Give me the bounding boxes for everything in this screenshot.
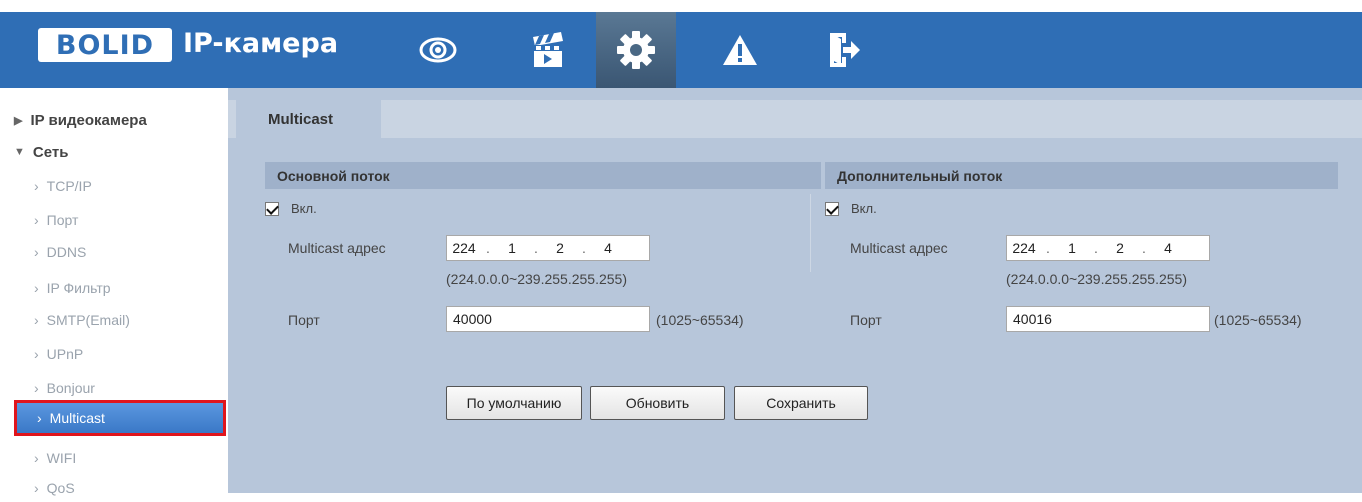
sidebar-item-port[interactable]: › Порт (34, 206, 78, 234)
nav-live-view[interactable] (400, 12, 476, 88)
sidebar-item-label: Multicast (49, 410, 105, 426)
secondary-address-input[interactable]: 224. 1. 2. 4 (1006, 235, 1210, 261)
chevron-right-icon: › (37, 410, 42, 426)
ip-dot: . (1094, 240, 1098, 256)
nav-logout[interactable] (806, 12, 882, 88)
secondary-port-input[interactable]: 40016 (1006, 306, 1210, 332)
sidebar-item-label: Порт (46, 212, 79, 228)
secondary-stream-header: Дополнительный поток (825, 162, 1338, 189)
chevron-right-icon: › (34, 244, 39, 260)
ip-octet[interactable]: 1 (495, 240, 529, 256)
settings-sidebar: ▶ IP видеокамера ▼ Сеть › TCP/IP › Порт … (0, 88, 228, 501)
sidebar-item-ip-filter[interactable]: › IP Фильтр (34, 274, 111, 302)
chevron-right-icon: › (34, 480, 39, 496)
default-button[interactable]: По умолчанию (446, 386, 582, 420)
sidebar-group-label: Сеть (32, 143, 69, 161)
content-panel: Multicast Основной поток Вкл. Multicast … (228, 88, 1362, 493)
primary-enable-checkbox[interactable] (265, 201, 279, 216)
nav-settings[interactable] (596, 12, 676, 88)
primary-enable-row[interactable]: Вкл. (265, 201, 317, 216)
tab-strip: Multicast (228, 100, 1362, 138)
section-divider (810, 194, 811, 272)
sidebar-item-label: Bonjour (46, 380, 95, 396)
sidebar-item-multicast[interactable]: › Multicast (14, 400, 226, 436)
primary-address-input[interactable]: 224. 1. 2. 4 (446, 235, 650, 261)
ip-dot: . (486, 240, 490, 256)
sidebar-item-tcpip[interactable]: › TCP/IP (34, 172, 92, 200)
nav-alarms[interactable] (702, 12, 778, 88)
ip-octet[interactable]: 4 (591, 240, 625, 256)
warning-icon (723, 35, 757, 65)
chevron-right-icon: › (34, 212, 39, 228)
sidebar-item-qos[interactable]: › QoS (34, 474, 75, 502)
ip-octet[interactable]: 224 (447, 240, 481, 256)
sidebar-item-label: UPnP (46, 346, 84, 362)
sidebar-item-label: DDNS (46, 244, 87, 260)
sidebar-group-network[interactable]: ▼ Сеть (14, 138, 68, 166)
nav-playback[interactable] (510, 12, 586, 88)
chevron-right-icon: › (34, 280, 39, 296)
sidebar-item-label: TCP/IP (46, 178, 92, 194)
sidebar-item-ddns[interactable]: › DDNS (34, 238, 86, 266)
sidebar-item-smtp[interactable]: › SMTP(Email) (34, 306, 130, 334)
ip-octet[interactable]: 2 (543, 240, 577, 256)
ip-dot: . (1046, 240, 1050, 256)
primary-enable-label: Вкл. (291, 201, 317, 216)
app-title: IP-камера (183, 28, 339, 59)
sidebar-item-label: IP Фильтр (46, 280, 111, 296)
sidebar-item-label: QoS (46, 480, 75, 496)
eye-icon (419, 37, 457, 63)
sidebar-item-label: SMTP(Email) (46, 312, 130, 328)
secondary-enable-checkbox[interactable] (825, 201, 839, 216)
ip-dot: . (582, 240, 586, 256)
triangle-right-icon: ▶ (14, 114, 23, 127)
primary-address-label: Multicast адрес (288, 240, 386, 256)
sidebar-item-wifi[interactable]: › WIFI (34, 444, 76, 472)
chevron-right-icon: › (34, 346, 39, 362)
secondary-address-label: Multicast адрес (850, 240, 948, 256)
ip-octet[interactable]: 4 (1151, 240, 1185, 256)
secondary-enable-row[interactable]: Вкл. (825, 201, 877, 216)
top-header: BOLID IP-камера (0, 0, 1362, 88)
triangle-down-icon: ▼ (14, 146, 25, 158)
brand-logo: BOLID (38, 28, 172, 62)
refresh-button[interactable]: Обновить (590, 386, 725, 420)
primary-stream-header: Основной поток (265, 162, 821, 189)
secondary-port-label: Порт (850, 312, 882, 328)
chevron-right-icon: › (34, 312, 39, 328)
primary-address-hint: (224.0.0.0~239.255.255.255) (446, 271, 627, 287)
tab-multicast[interactable]: Multicast (236, 100, 381, 138)
sidebar-group-label: IP видеокамера (30, 111, 147, 129)
sidebar-item-label: WIFI (46, 450, 77, 466)
sidebar-item-upnp[interactable]: › UPnP (34, 340, 83, 368)
ip-octet[interactable]: 224 (1007, 240, 1041, 256)
chevron-right-icon: › (34, 178, 39, 194)
secondary-port-hint: (1025~65534) (1214, 312, 1302, 328)
primary-port-input[interactable]: 40000 (446, 306, 650, 332)
save-button[interactable]: Сохранить (734, 386, 868, 420)
chevron-right-icon: › (34, 450, 39, 466)
secondary-enable-label: Вкл. (851, 201, 877, 216)
gear-icon (617, 31, 655, 69)
ip-dot: . (1142, 240, 1146, 256)
logout-icon (830, 33, 860, 67)
clapperboard-icon (533, 32, 563, 67)
ip-octet[interactable]: 1 (1055, 240, 1089, 256)
sidebar-item-bonjour[interactable]: › Bonjour (34, 374, 95, 402)
chevron-right-icon: › (34, 380, 39, 396)
ip-dot: . (534, 240, 538, 256)
ip-octet[interactable]: 2 (1103, 240, 1137, 256)
sidebar-group-ip-camera[interactable]: ▶ IP видеокамера (14, 106, 147, 134)
primary-port-label: Порт (288, 312, 320, 328)
bottom-strip (228, 493, 1362, 501)
secondary-address-hint: (224.0.0.0~239.255.255.255) (1006, 271, 1187, 287)
primary-port-hint: (1025~65534) (656, 312, 744, 328)
